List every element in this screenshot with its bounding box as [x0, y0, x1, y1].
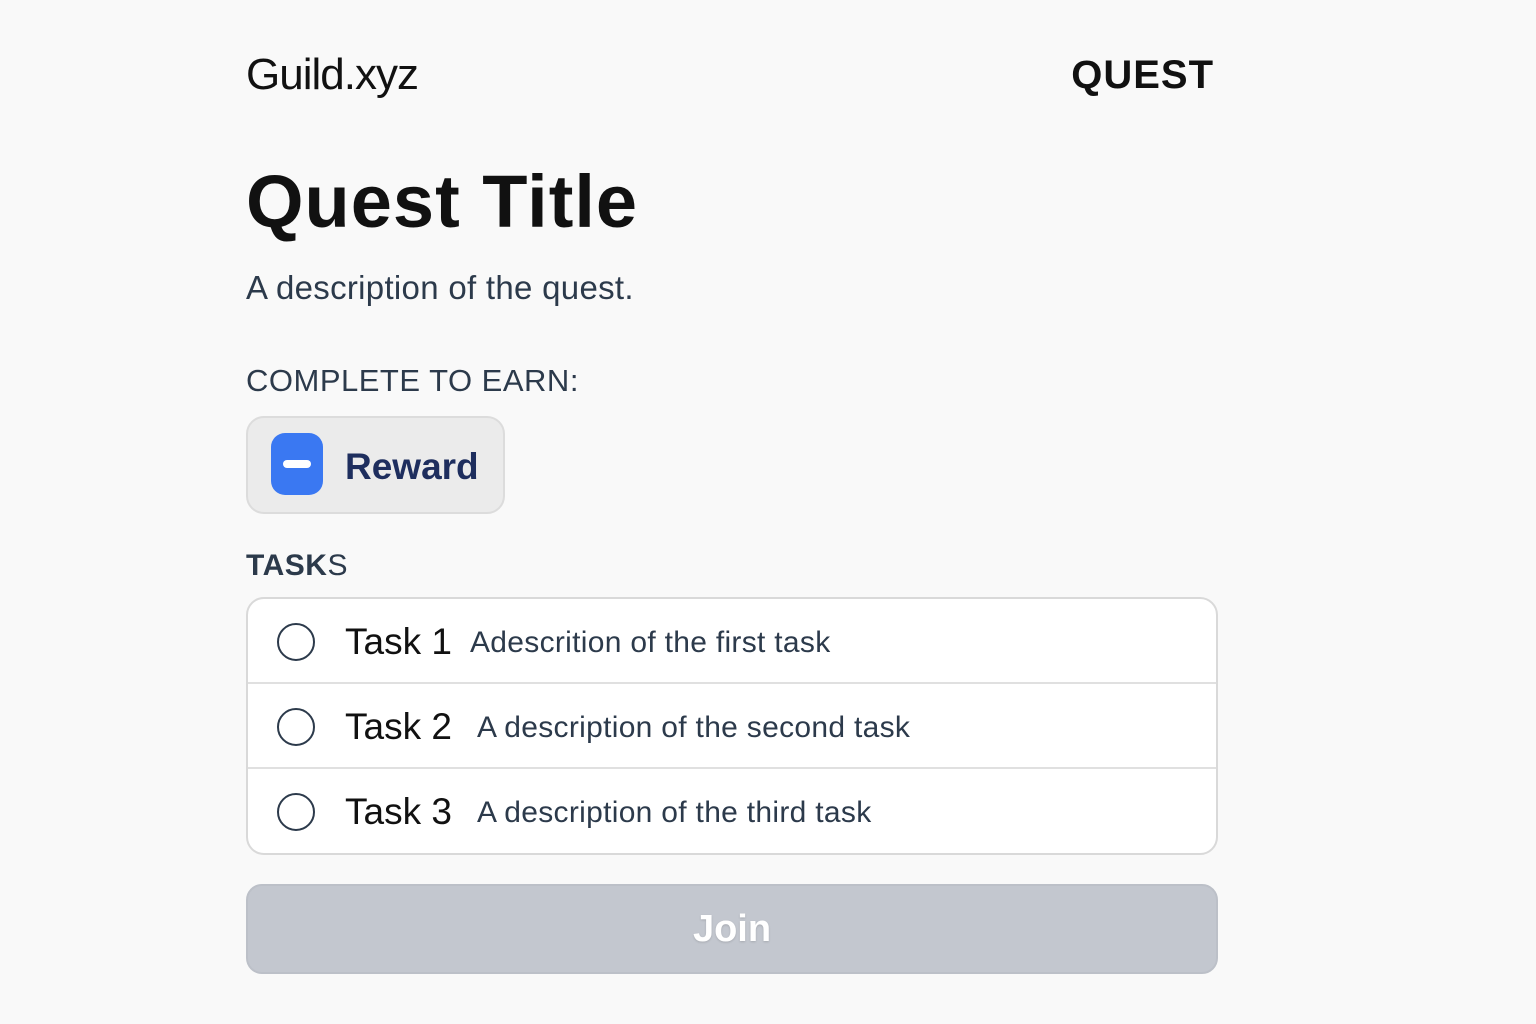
quest-page: Guild.xyz QUEST Quest Title A descriptio… — [0, 0, 1536, 1024]
reward-chip[interactable]: Reward — [246, 416, 505, 514]
earn-section-label: COMPLETE TO EARN: — [246, 363, 579, 398]
quest-title: Quest Title — [246, 160, 639, 243]
task-description: Adescrition of the first task — [470, 626, 831, 659]
task-checkbox-icon[interactable] — [277, 623, 315, 661]
task-name: Task 1 — [345, 621, 452, 662]
task-checkbox-icon[interactable] — [277, 793, 315, 831]
tasks-label-rest: S — [327, 549, 348, 582]
task-name: Task 3 — [345, 791, 452, 832]
task-list: Task 1 Adescrition of the first task Tas… — [246, 597, 1218, 855]
reward-label: Reward — [345, 446, 479, 487]
minus-bar — [283, 460, 311, 468]
join-button[interactable]: Join — [246, 884, 1218, 974]
minus-badge-icon — [271, 433, 323, 495]
quest-description: A description of the quest. — [246, 269, 634, 306]
task-row[interactable]: Task 3 A description of the third task — [248, 769, 1216, 853]
task-row[interactable]: Task 2 A description of the second task — [248, 684, 1216, 769]
task-checkbox-icon[interactable] — [277, 708, 315, 746]
tasks-label-bold: TASK — [246, 549, 328, 582]
header-tag: QUEST — [1071, 53, 1214, 97]
task-name: Task 2 — [345, 706, 452, 747]
task-description: A description of the second task — [477, 711, 911, 744]
brand-logo[interactable]: Guild.xyz — [246, 50, 419, 100]
task-row[interactable]: Task 1 Adescrition of the first task — [248, 599, 1216, 684]
task-description: A description of the third task — [477, 796, 872, 829]
tasks-section-label: TASKS — [246, 548, 348, 584]
